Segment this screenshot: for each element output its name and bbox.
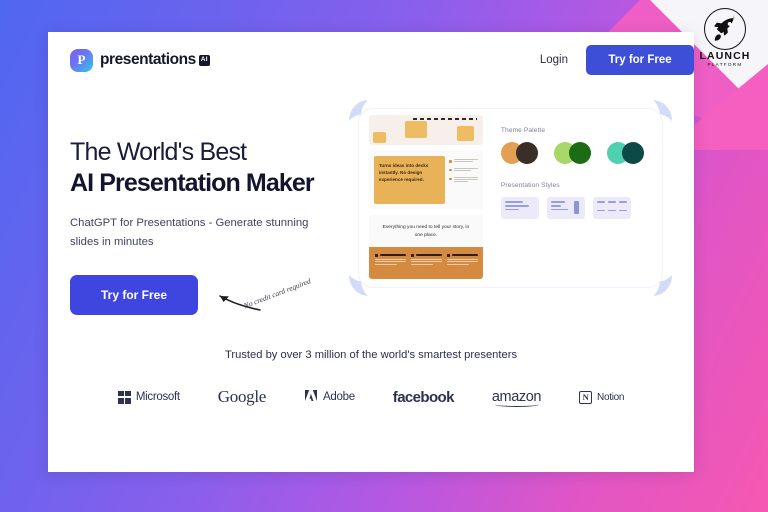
logo-notion: N Notion bbox=[579, 390, 625, 404]
dotted-line-decoration bbox=[412, 118, 477, 120]
logo-notion-label: Notion bbox=[597, 391, 625, 403]
presentations-p-icon: P bbox=[70, 48, 93, 72]
header-try-for-free-button[interactable]: Try for Free bbox=[586, 45, 694, 75]
ai-badge: AI bbox=[198, 54, 210, 66]
block-decoration bbox=[456, 126, 474, 141]
bullet-lines bbox=[453, 167, 478, 173]
theme-palette-swatches bbox=[500, 142, 650, 164]
slide-2-bullets bbox=[448, 156, 478, 204]
style-thumbnail[interactable] bbox=[546, 197, 585, 219]
hero-section: The World's Best AI Presentation Maker C… bbox=[48, 88, 694, 316]
headline-line-1: The World's Best bbox=[70, 138, 247, 166]
logo-facebook: facebook bbox=[392, 388, 455, 406]
logo-microsoft-label: Microsoft bbox=[135, 391, 180, 404]
slide-3-column bbox=[374, 253, 406, 279]
square-icon bbox=[446, 253, 450, 257]
logo-amazon: amazon bbox=[491, 389, 542, 408]
presentation-styles-label: Presentation Styles bbox=[500, 182, 560, 189]
site-header: P presentations AI Login Try for Free bbox=[48, 32, 694, 88]
block-decoration bbox=[404, 121, 427, 138]
bullet-item bbox=[448, 167, 478, 173]
headline-line-2: AI Presentation Maker bbox=[70, 168, 315, 197]
theme-options-column: Theme Palette Presentation Styles bbox=[489, 109, 662, 287]
login-link[interactable]: Login bbox=[540, 54, 568, 66]
slide-previews-column: Turns ideas into decks instantly. No des… bbox=[359, 109, 489, 287]
slide-3-column bbox=[446, 253, 478, 279]
palette-inner-color bbox=[621, 142, 644, 164]
style-thumbnail[interactable] bbox=[592, 197, 631, 219]
hero-subheadline: ChatGPT for Presentations - Generate stu… bbox=[70, 217, 309, 248]
slide-preview-everything: Everything you need to tell your story, … bbox=[368, 215, 483, 279]
launch-platform-watermark: LAUNCH PLATFORM bbox=[694, 8, 756, 68]
slide-3-title: Everything you need to tell your story, … bbox=[382, 225, 470, 238]
square-icon bbox=[410, 253, 414, 257]
palette-swatch[interactable] bbox=[553, 142, 594, 164]
theme-palette-label: Theme Palette bbox=[500, 127, 546, 134]
slide-3-column bbox=[410, 253, 442, 279]
logo-google: Google bbox=[217, 387, 267, 407]
palette-inner-color bbox=[568, 142, 591, 164]
logo-microsoft: Microsoft bbox=[117, 390, 180, 404]
hero-product-visual: Turns ideas into decks instantly. No des… bbox=[342, 94, 679, 302]
brand-name-wrap: presentations AI bbox=[100, 51, 210, 69]
hero-copy: The World's Best AI Presentation Maker C… bbox=[70, 116, 339, 316]
microsoft-grid-icon bbox=[117, 390, 131, 404]
brand-name: presentations bbox=[100, 51, 196, 68]
bullet-dot-icon bbox=[448, 160, 452, 163]
style-thumbnail[interactable] bbox=[500, 197, 539, 219]
hero-cta-wrap: Try for Free No credit card required bbox=[70, 275, 339, 316]
logo-adobe-label: Adobe bbox=[323, 391, 355, 404]
rocket-icon bbox=[704, 8, 746, 50]
palette-inner-color bbox=[515, 142, 538, 164]
palette-swatch[interactable] bbox=[500, 142, 541, 164]
bullet-lines bbox=[453, 159, 478, 164]
bullet-item bbox=[448, 176, 478, 184]
header-nav: Login Try for Free bbox=[540, 45, 694, 75]
palette-swatch[interactable] bbox=[606, 142, 647, 164]
adobe-a-icon bbox=[304, 389, 318, 405]
bullet-dot-icon bbox=[448, 177, 452, 181]
slide-2-text: Turns ideas into decks instantly. No des… bbox=[373, 156, 445, 204]
logo-adobe: Adobe bbox=[304, 389, 355, 405]
hero-try-for-free-button[interactable]: Try for Free bbox=[70, 275, 198, 316]
slide-3-columns bbox=[368, 246, 483, 279]
notion-n-icon: N bbox=[579, 390, 593, 404]
slide-preview-orange-text: Turns ideas into decks instantly. No des… bbox=[368, 151, 483, 209]
presentation-style-thumbnails bbox=[500, 197, 650, 219]
bullet-dot-icon bbox=[448, 168, 452, 172]
slide-preview-top bbox=[368, 115, 483, 145]
trusted-by-text: Trusted by over 3 million of the world's… bbox=[224, 349, 518, 362]
bullet-lines bbox=[453, 176, 478, 184]
block-decoration bbox=[372, 132, 386, 143]
square-icon bbox=[374, 253, 378, 257]
trusted-by-section: Trusted by over 3 million of the world's… bbox=[48, 349, 694, 408]
brand-logo-row: Microsoft Google Adobe facebook amazon N… bbox=[48, 387, 694, 408]
launch-wordmark: LAUNCH bbox=[699, 50, 751, 62]
brand-logo[interactable]: P presentations AI bbox=[70, 48, 210, 72]
bullet-item bbox=[448, 159, 478, 164]
visual-inner-panel: Turns ideas into decks instantly. No des… bbox=[358, 109, 662, 287]
website-card: P presentations AI Login Try for Free Th… bbox=[48, 32, 694, 472]
launch-subword: PLATFORM bbox=[707, 62, 743, 67]
